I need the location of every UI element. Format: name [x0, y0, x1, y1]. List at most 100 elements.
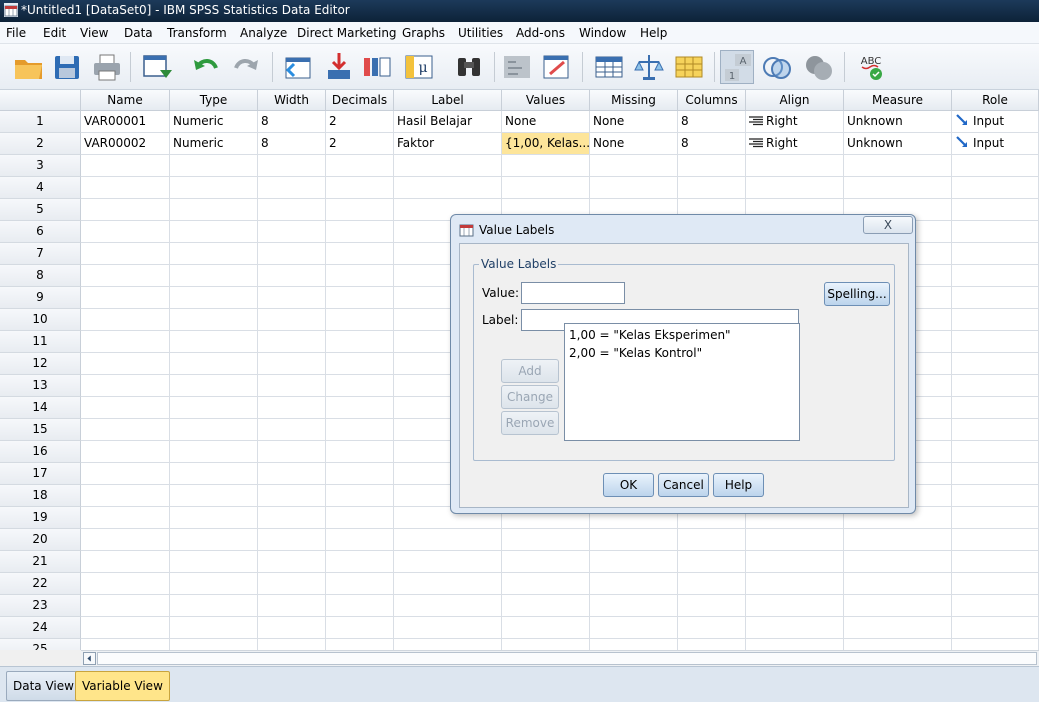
row-header[interactable]: 7: [0, 243, 81, 265]
empty-cell[interactable]: [952, 573, 1039, 595]
empty-cell[interactable]: [326, 617, 394, 639]
empty-cell[interactable]: [81, 353, 170, 375]
cell-measure[interactable]: Unknown: [844, 111, 952, 133]
empty-cell[interactable]: [170, 617, 258, 639]
empty-cell[interactable]: [258, 155, 326, 177]
row-header[interactable]: 3: [0, 155, 81, 177]
empty-cell[interactable]: [81, 573, 170, 595]
empty-cell[interactable]: [844, 573, 952, 595]
row-header[interactable]: 19: [0, 507, 81, 529]
empty-cell[interactable]: [170, 265, 258, 287]
empty-cell[interactable]: [258, 375, 326, 397]
cell-missing[interactable]: None: [590, 133, 678, 155]
empty-cell[interactable]: [746, 573, 844, 595]
spell-check-icon[interactable]: ABC: [854, 50, 888, 84]
empty-cell[interactable]: [326, 177, 394, 199]
empty-cell[interactable]: [746, 639, 844, 650]
empty-cell[interactable]: [678, 573, 746, 595]
menu-help[interactable]: Help: [640, 26, 667, 40]
empty-cell[interactable]: [590, 617, 678, 639]
empty-cell[interactable]: [502, 595, 590, 617]
column-header-role[interactable]: Role: [952, 90, 1039, 111]
row-header[interactable]: 18: [0, 485, 81, 507]
close-button[interactable]: X: [863, 216, 913, 234]
print-icon[interactable]: [90, 50, 124, 84]
empty-cell[interactable]: [258, 551, 326, 573]
empty-cell[interactable]: [394, 529, 502, 551]
empty-cell[interactable]: [326, 199, 394, 221]
empty-cell[interactable]: [170, 375, 258, 397]
menu-view[interactable]: View: [80, 26, 108, 40]
row-header[interactable]: 22: [0, 573, 81, 595]
use-sets-icon[interactable]: [760, 50, 794, 84]
menu-graphs[interactable]: Graphs: [402, 26, 445, 40]
empty-cell[interactable]: [258, 529, 326, 551]
empty-cell[interactable]: [952, 353, 1039, 375]
cell-width[interactable]: 8: [258, 133, 326, 155]
value-labels-list[interactable]: 1,00 = "Kelas Eksperimen" 2,00 = "Kelas …: [564, 323, 800, 441]
empty-cell[interactable]: [81, 155, 170, 177]
scroll-left-button[interactable]: [83, 652, 96, 665]
empty-cell[interactable]: [502, 529, 590, 551]
row-header[interactable]: 13: [0, 375, 81, 397]
empty-cell[interactable]: [746, 551, 844, 573]
cell-role[interactable]: Input: [952, 133, 1039, 155]
insert-cases-icon[interactable]: [500, 50, 534, 84]
row-header[interactable]: 23: [0, 595, 81, 617]
empty-cell[interactable]: [170, 177, 258, 199]
row-header[interactable]: 12: [0, 353, 81, 375]
menu-analyze[interactable]: Analyze: [240, 26, 287, 40]
empty-cell[interactable]: [326, 639, 394, 650]
empty-cell[interactable]: [678, 639, 746, 650]
empty-cell[interactable]: [170, 463, 258, 485]
column-header-measure[interactable]: Measure: [844, 90, 952, 111]
undo-icon[interactable]: [190, 50, 224, 84]
descriptive-statistics-icon[interactable]: μ: [402, 50, 436, 84]
empty-cell[interactable]: [502, 177, 590, 199]
cell-align[interactable]: Right: [746, 133, 844, 155]
empty-cell[interactable]: [170, 573, 258, 595]
row-header[interactable]: 14: [0, 397, 81, 419]
empty-cell[interactable]: [258, 419, 326, 441]
menu-edit[interactable]: Edit: [43, 26, 66, 40]
empty-cell[interactable]: [326, 375, 394, 397]
empty-cell[interactable]: [81, 309, 170, 331]
empty-cell[interactable]: [170, 221, 258, 243]
tab-data-view[interactable]: Data View: [6, 671, 81, 701]
cell-width[interactable]: 8: [258, 111, 326, 133]
row-header[interactable]: 6: [0, 221, 81, 243]
redo-icon[interactable]: [228, 50, 262, 84]
cell-label[interactable]: Hasil Belajar: [394, 111, 502, 133]
empty-cell[interactable]: [952, 375, 1039, 397]
value-labels-icon[interactable]: A1: [720, 50, 754, 84]
empty-cell[interactable]: [258, 617, 326, 639]
empty-cell[interactable]: [258, 463, 326, 485]
empty-cell[interactable]: [394, 573, 502, 595]
empty-cell[interactable]: [81, 419, 170, 441]
empty-cell[interactable]: [952, 265, 1039, 287]
empty-cell[interactable]: [326, 155, 394, 177]
empty-cell[interactable]: [81, 199, 170, 221]
column-header-missing[interactable]: Missing: [590, 90, 678, 111]
cell-values[interactable]: None: [502, 111, 590, 133]
empty-cell[interactable]: [394, 639, 502, 650]
empty-cell[interactable]: [678, 595, 746, 617]
row-header[interactable]: 25: [0, 639, 81, 650]
empty-cell[interactable]: [326, 309, 394, 331]
empty-cell[interactable]: [81, 595, 170, 617]
empty-cell[interactable]: [81, 397, 170, 419]
empty-cell[interactable]: [678, 177, 746, 199]
empty-cell[interactable]: [170, 155, 258, 177]
empty-cell[interactable]: [81, 485, 170, 507]
row-header[interactable]: 10: [0, 309, 81, 331]
empty-cell[interactable]: [258, 177, 326, 199]
empty-cell[interactable]: [952, 551, 1039, 573]
select-cases-icon[interactable]: [672, 50, 706, 84]
row-header[interactable]: 5: [0, 199, 81, 221]
empty-cell[interactable]: [844, 617, 952, 639]
empty-cell[interactable]: [326, 265, 394, 287]
find-icon[interactable]: [452, 50, 486, 84]
cell-columns[interactable]: 8: [678, 133, 746, 155]
empty-cell[interactable]: [258, 243, 326, 265]
empty-cell[interactable]: [590, 529, 678, 551]
